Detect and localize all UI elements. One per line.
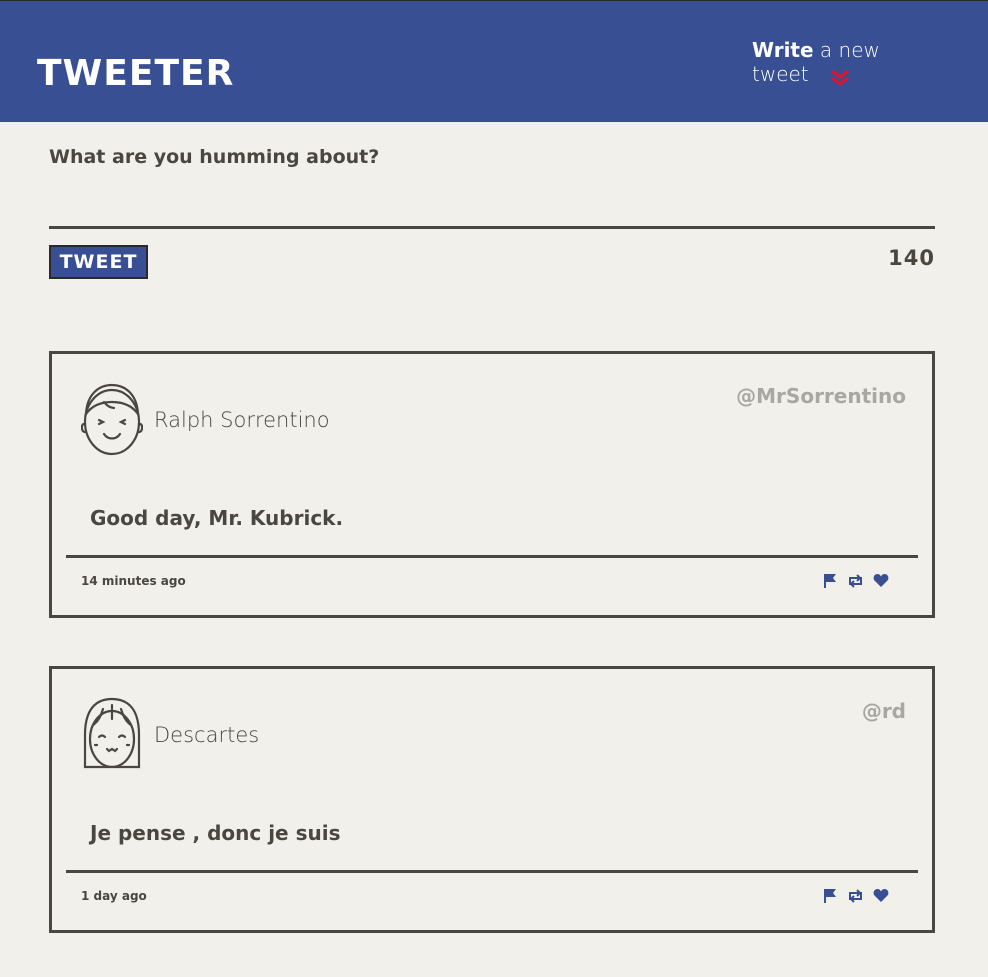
composer-prompt: What are you humming about? — [49, 146, 380, 168]
tweet-author-handle[interactable]: @MrSorrentino — [736, 384, 906, 408]
tweet-author-name: Ralph Sorrentino — [154, 408, 330, 432]
tweet-timestamp: 14 minutes ago — [81, 574, 186, 588]
composer-underline — [49, 226, 935, 229]
tweet-actions — [823, 573, 897, 591]
character-counter: 140 — [888, 246, 935, 270]
retweet-icon[interactable] — [847, 888, 865, 906]
double-chevron-down-icon — [830, 68, 850, 92]
flag-icon[interactable] — [823, 573, 841, 591]
tweet-card: Ralph Sorrentino @MrSorrentino Good day,… — [49, 351, 935, 618]
male-face-avatar-icon — [80, 380, 144, 458]
brand-logo[interactable]: Tweeter — [37, 53, 234, 94]
tweet-textarea[interactable] — [49, 182, 935, 226]
tweet-author-name: Descartes — [154, 723, 260, 747]
female-face-avatar-icon — [81, 695, 143, 773]
navbar: Tweeter Write a new tweet — [0, 1, 988, 122]
compose-toggle-bold: Write — [752, 38, 814, 62]
tweet-divider — [66, 555, 918, 558]
tweet-content: Je pense , donc je suis — [90, 821, 341, 845]
tweet-submit-button[interactable]: Tweet — [49, 245, 148, 279]
heart-icon[interactable] — [873, 573, 891, 591]
tweet-author-handle[interactable]: @rd — [862, 699, 906, 723]
tweet-actions — [823, 888, 897, 906]
heart-icon[interactable] — [873, 888, 891, 906]
flag-icon[interactable] — [823, 888, 841, 906]
tweet-divider — [66, 870, 918, 873]
tweet-content: Good day, Mr. Kubrick. — [90, 506, 344, 530]
tweet-card: Descartes @rd Je pense , donc je suis 1 … — [49, 666, 935, 933]
tweet-timestamp: 1 day ago — [81, 889, 147, 903]
retweet-icon[interactable] — [847, 573, 865, 591]
write-new-tweet-toggle[interactable]: Write a new tweet — [752, 38, 942, 93]
